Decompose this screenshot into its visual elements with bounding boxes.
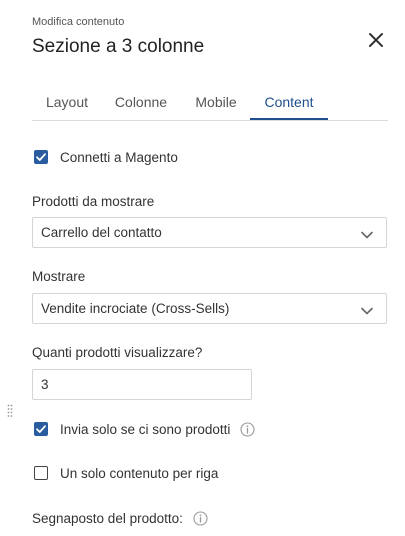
tab-content[interactable]: Content — [250, 86, 328, 120]
product-count-label: Quanti prodotti visualizzare? — [32, 345, 203, 360]
one-per-row-label: Un solo contenuto per riga — [60, 465, 219, 481]
drag-handle-icon[interactable] — [7, 404, 13, 418]
panel-title: Sezione a 3 colonne — [32, 36, 205, 57]
info-icon[interactable] — [193, 510, 208, 526]
show-label: Mostrare — [32, 269, 86, 284]
product-placeholder-row: Segnaposto del prodotto: — [32, 509, 208, 527]
send-only-if-products-label: Invia solo se ci sono prodotti — [60, 421, 231, 437]
info-icon[interactable] — [240, 421, 255, 437]
products-to-show-select[interactable]: Carrello del contatto — [32, 217, 387, 248]
send-only-if-products-row: Invia solo se ci sono prodotti — [34, 420, 255, 438]
products-to-show-label: Prodotti da mostrare — [32, 194, 155, 209]
connect-magento-checkbox[interactable] — [34, 150, 48, 164]
show-select[interactable]: Vendite incrociate (Cross-Sells) — [32, 293, 387, 324]
tab-bar: Layout Colonne Mobile Content — [32, 86, 388, 121]
tab-colonne[interactable]: Colonne — [113, 86, 169, 119]
chevron-down-icon — [360, 227, 374, 239]
tab-mobile[interactable]: Mobile — [192, 86, 240, 119]
show-value: Vendite incrociate (Cross-Sells) — [41, 301, 230, 316]
one-per-row-checkbox[interactable] — [34, 466, 48, 480]
send-only-if-products-checkbox[interactable] — [34, 422, 48, 436]
panel-subtitle: Modifica contenuto — [32, 16, 125, 28]
tab-layout[interactable]: Layout — [43, 86, 91, 119]
product-placeholder-label: Segnaposto del prodotto: — [32, 510, 183, 526]
products-to-show-value: Carrello del contatto — [41, 225, 162, 240]
close-icon[interactable] — [366, 30, 386, 50]
one-per-row-row: Un solo contenuto per riga — [34, 464, 218, 482]
chevron-down-icon — [360, 303, 374, 315]
product-count-input[interactable] — [32, 369, 252, 400]
connect-magento-row: Connetti a Magento — [34, 148, 178, 166]
connect-magento-label: Connetti a Magento — [60, 149, 178, 165]
